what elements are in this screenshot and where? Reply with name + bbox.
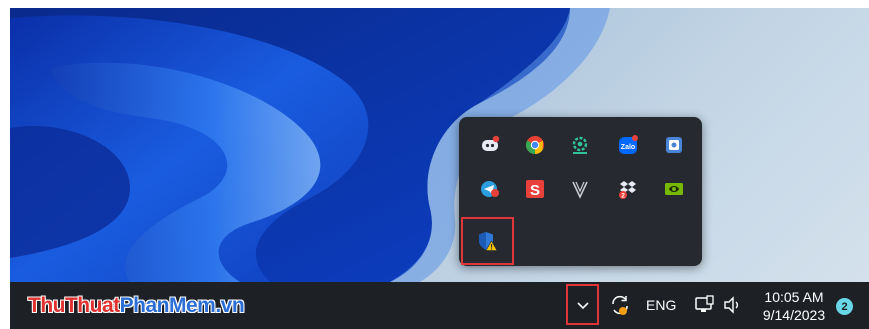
watermark-part-1: ThuThuat <box>28 294 120 317</box>
input-language-indicator[interactable]: ENG <box>646 296 676 314</box>
dropbox-icon[interactable]: 2 <box>617 178 639 200</box>
sync-icon[interactable] <box>607 292 633 318</box>
wallpaper-bloom-art <box>10 8 610 282</box>
clock-time: 10:05 AM <box>764 289 824 305</box>
nvidia-icon[interactable] <box>663 178 685 200</box>
screenshot-icon[interactable] <box>663 134 685 156</box>
show-hidden-icons-button[interactable] <box>566 284 599 325</box>
unikey-icon[interactable]: S <box>524 178 546 200</box>
tray-overflow-popup: Zalo S 2 <box>459 117 702 266</box>
screenshot: Zalo S 2 ThuThuatPhanMem.vn ENG 10:05 AM… <box>0 0 869 329</box>
settings-sync-icon[interactable] <box>569 134 591 156</box>
network-icon[interactable] <box>694 294 716 316</box>
desktop-wallpaper <box>10 8 869 282</box>
clock[interactable]: 10:05 AM 9/14/2023 <box>760 288 828 324</box>
volume-icon[interactable] <box>722 294 744 316</box>
vectorize-icon[interactable] <box>569 178 591 200</box>
notification-count-badge[interactable]: 2 <box>836 298 853 315</box>
zalo-icon[interactable]: Zalo <box>617 134 639 156</box>
clock-date: 9/14/2023 <box>762 307 826 323</box>
chrome-icon[interactable] <box>524 134 546 156</box>
svg-text:2: 2 <box>621 193 625 200</box>
svg-text:Zalo: Zalo <box>621 144 635 151</box>
discord-icon[interactable] <box>479 134 501 156</box>
chevron-up-icon <box>576 301 589 309</box>
watermark-logo: ThuThuatPhanMem.vn <box>28 294 245 318</box>
svg-text:S: S <box>530 182 540 199</box>
taskbar: ThuThuatPhanMem.vn ENG 10:05 AM 9/14/202… <box>10 282 869 329</box>
windows-security-warning-icon[interactable] <box>476 230 498 252</box>
watermark-part-2: PhanMem.vn <box>119 294 245 317</box>
telegram-icon[interactable] <box>479 178 501 200</box>
